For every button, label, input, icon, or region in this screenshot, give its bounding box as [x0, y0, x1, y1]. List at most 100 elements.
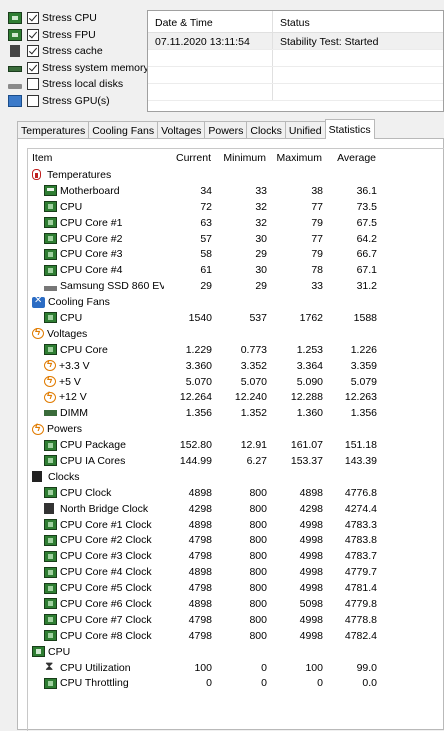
tab-clocks[interactable]: Clocks	[246, 121, 286, 139]
tab-statistics[interactable]: Statistics	[324, 119, 375, 139]
current-value: 4898	[188, 566, 212, 579]
stress-option[interactable]: Stress CPU	[8, 10, 148, 27]
minimum-column-header[interactable]: Minimum	[212, 152, 267, 164]
stress-option[interactable]: Stress FPU	[8, 27, 148, 44]
minimum-value: 800	[249, 629, 267, 642]
item-cell: CPU Core #1 Clock	[28, 519, 164, 531]
current-value: 4798	[188, 613, 212, 626]
group-row[interactable]: Cooling Fans	[28, 294, 444, 310]
minimum-value: 5.070	[240, 375, 267, 388]
table-row[interactable]: +5 V 5.070 5.070 5.090 5.079	[28, 374, 444, 390]
current-value: 61	[200, 264, 212, 277]
stress-checkbox[interactable]	[27, 78, 39, 91]
table-row[interactable]: CPU Core #5 Clock 4798 800 4998 4781.4	[28, 580, 444, 596]
stress-checkbox[interactable]	[27, 61, 39, 74]
stress-option[interactable]: Stress local disks	[8, 76, 148, 93]
table-row[interactable]: +3.3 V 3.360 3.352 3.364 3.359	[28, 358, 444, 374]
item-cell: CPU Core #3 Clock	[28, 550, 164, 562]
stress-option-label[interactable]: Stress GPU(s)	[42, 95, 110, 107]
status-log-row[interactable]	[148, 50, 443, 67]
table-row[interactable]: CPU 72 32 77 73.5	[28, 199, 444, 215]
table-row[interactable]: CPU Core #3 Clock 4798 800 4998 4783.7	[28, 548, 444, 564]
table-row[interactable]: +12 V 12.264 12.240 12.288 12.263	[28, 389, 444, 405]
minimum-value: 12.240	[234, 391, 267, 404]
minimum-value: 0	[261, 677, 267, 690]
maximum-value: 33	[311, 280, 323, 293]
stress-option-label[interactable]: Stress cache	[42, 45, 103, 57]
cpu-icon	[32, 646, 45, 658]
stress-checkbox[interactable]	[27, 45, 39, 58]
item-column-header[interactable]: Item	[28, 152, 164, 164]
voltage-icon	[32, 328, 44, 340]
table-row[interactable]: CPU Core #2 Clock 4798 800 4998 4783.8	[28, 532, 444, 548]
group-row[interactable]: Voltages	[28, 326, 444, 342]
stress-option-label[interactable]: Stress local disks	[42, 78, 123, 90]
group-row[interactable]: CPU	[28, 644, 444, 660]
chip-icon	[44, 519, 57, 531]
table-row[interactable]: CPU Utilization 100 0 100 99.0	[28, 660, 444, 676]
table-row[interactable]: Samsung SSD 860 EV... 29 29 33 31.2	[28, 278, 444, 294]
average-value: 64.2	[356, 232, 377, 245]
status-log-row[interactable]	[148, 67, 443, 84]
item-label: North Bridge Clock	[60, 502, 149, 515]
table-row[interactable]: CPU IA Cores 144.99 6.27 153.37 143.39	[28, 453, 444, 469]
table-row[interactable]: Motherboard 34 33 38 36.1	[28, 183, 444, 199]
minimum-value: 33	[255, 184, 267, 197]
tab-voltages[interactable]: Voltages	[157, 121, 206, 139]
stress-option[interactable]: Stress cache	[8, 43, 148, 60]
minimum-value: 12.91	[240, 439, 267, 452]
average-value: 4782.4	[344, 629, 377, 642]
stress-checkbox[interactable]	[27, 12, 39, 25]
average-column-header[interactable]: Average	[323, 152, 377, 164]
group-row[interactable]: Powers	[28, 421, 444, 437]
tab-temperatures[interactable]: Temperatures	[17, 121, 90, 139]
item-label: CPU Core #8 Clock	[60, 629, 152, 642]
item-label: CPU Core #7 Clock	[60, 613, 152, 626]
datetime-column-header[interactable]: Date & Time	[148, 11, 273, 32]
table-row[interactable]: CPU Core #8 Clock 4798 800 4998 4782.4	[28, 628, 444, 644]
minimum-value: 0	[261, 661, 267, 674]
table-row[interactable]: CPU Core #7 Clock 4798 800 4998 4778.8	[28, 612, 444, 628]
minimum-value: 800	[249, 597, 267, 610]
table-row[interactable]: CPU Core #3 58 29 79 66.7	[28, 246, 444, 262]
tab-unified[interactable]: Unified	[284, 121, 326, 139]
tab-cooling-fans[interactable]: Cooling Fans	[88, 121, 159, 139]
table-row[interactable]: CPU Core #2 57 30 77 64.2	[28, 231, 444, 247]
table-row[interactable]: CPU Core #4 Clock 4898 800 4998 4779.7	[28, 564, 444, 580]
maximum-value: 77	[311, 232, 323, 245]
item-cell: CPU Core #3	[28, 248, 164, 260]
minimum-value: 800	[249, 550, 267, 563]
group-row[interactable]: Temperatures	[28, 167, 444, 183]
status-column-header[interactable]: Status	[273, 11, 443, 32]
current-value: 4798	[188, 534, 212, 547]
table-row[interactable]: CPU Core #6 Clock 4898 800 5098 4779.8	[28, 596, 444, 612]
table-row[interactable]: CPU Core #4 61 30 78 67.1	[28, 262, 444, 278]
maximum-value: 5098	[299, 597, 323, 610]
table-row[interactable]: DIMM 1.356 1.352 1.360 1.356	[28, 405, 444, 421]
stress-option-label[interactable]: Stress FPU	[42, 29, 96, 41]
group-row[interactable]: Clocks	[28, 469, 444, 485]
average-value: 143.39	[344, 454, 377, 467]
stress-checkbox[interactable]	[27, 28, 39, 41]
table-row[interactable]: North Bridge Clock 4298 800 4298 4274.4	[28, 501, 444, 517]
table-row[interactable]: CPU Core 1.229 0.773 1.253 1.226	[28, 342, 444, 358]
tab-powers[interactable]: Powers	[204, 121, 248, 139]
status-message	[273, 84, 443, 100]
current-column-header[interactable]: Current	[164, 152, 212, 164]
stress-option-label[interactable]: Stress CPU	[42, 12, 97, 24]
table-row[interactable]: CPU Core #1 Clock 4898 800 4998 4783.3	[28, 517, 444, 533]
stress-option-label[interactable]: Stress system memory	[42, 62, 149, 74]
stress-checkbox[interactable]	[27, 94, 39, 107]
stress-option[interactable]: Stress system memory	[8, 60, 149, 77]
table-row[interactable]: CPU Throttling 0 0 0 0.0	[28, 676, 444, 692]
current-value: 63	[200, 216, 212, 229]
status-log-row[interactable]	[148, 84, 443, 101]
table-row[interactable]: CPU Package 152.80 12.91 161.07 151.18	[28, 437, 444, 453]
stress-option[interactable]: Stress GPU(s)	[8, 93, 148, 110]
current-value: 4798	[188, 550, 212, 563]
status-log-row[interactable]: 07.11.2020 13:11:54 Stability Test: Start…	[148, 33, 443, 50]
maximum-column-header[interactable]: Maximum	[267, 152, 323, 164]
table-row[interactable]: CPU 1540 537 1762 1588	[28, 310, 444, 326]
table-row[interactable]: CPU Clock 4898 800 4898 4776.8	[28, 485, 444, 501]
table-row[interactable]: CPU Core #1 63 32 79 67.5	[28, 215, 444, 231]
